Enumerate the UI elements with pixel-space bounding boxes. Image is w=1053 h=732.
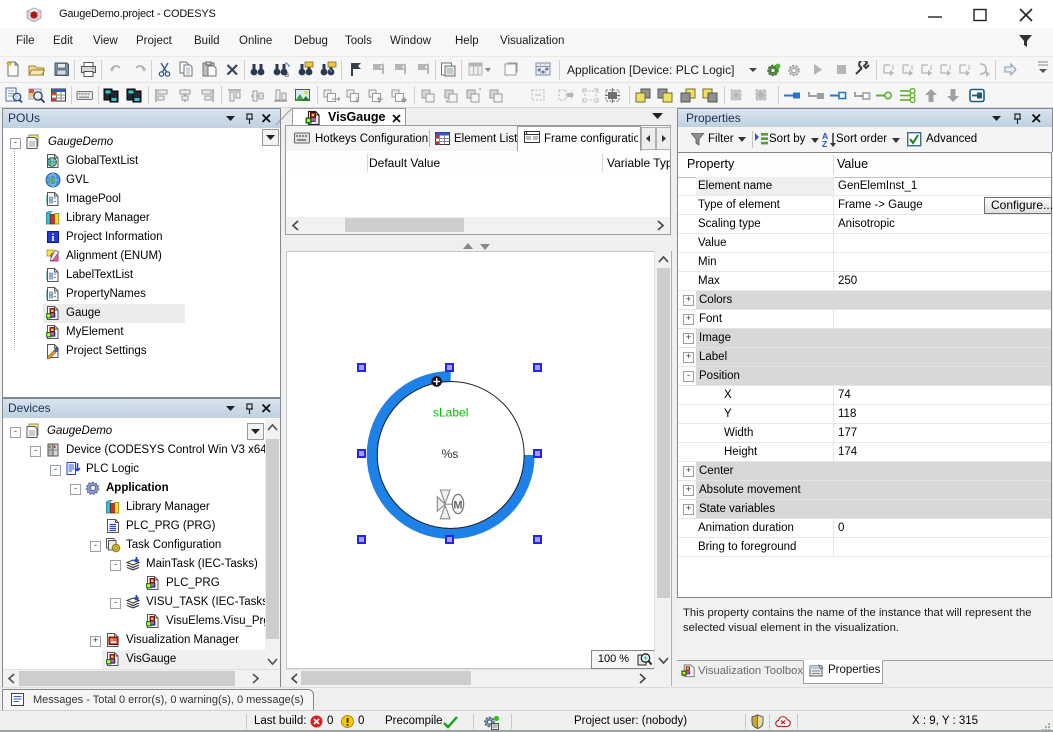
svg-text:sLabel: sLabel xyxy=(433,406,468,420)
svg-text:B: B xyxy=(285,73,289,78)
svg-text:i: i xyxy=(52,233,55,244)
svg-text:M: M xyxy=(453,500,462,512)
svg-text:Z: Z xyxy=(822,139,827,148)
svg-text:%s: %s xyxy=(442,447,459,461)
